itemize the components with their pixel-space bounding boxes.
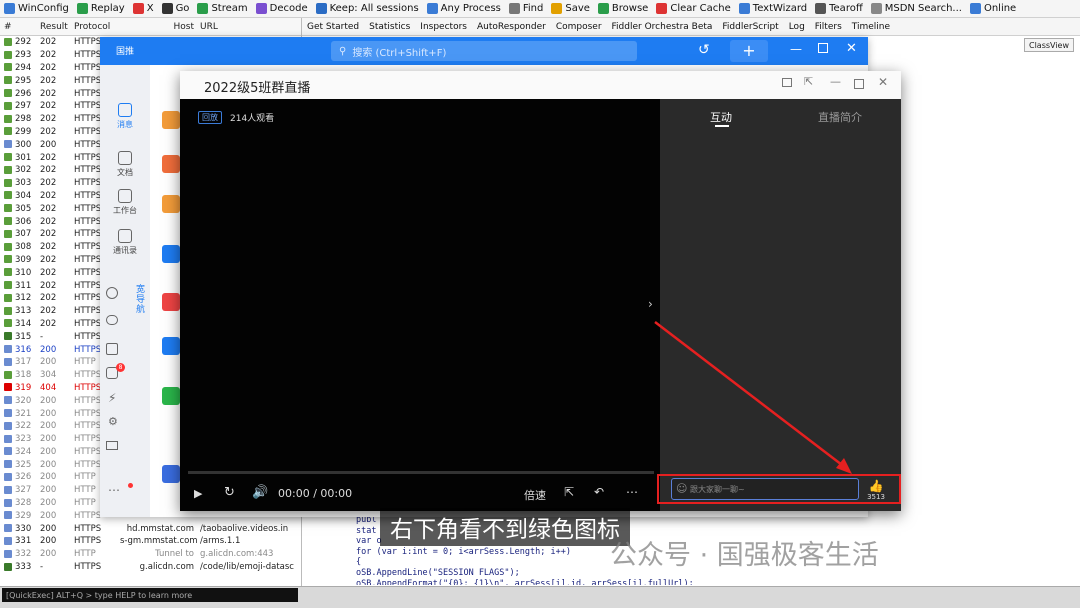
watermark: 公众号 · 国强极客生活 [610, 540, 879, 571]
video-subtitle: 右下角看不到绿色图标 [380, 508, 630, 546]
